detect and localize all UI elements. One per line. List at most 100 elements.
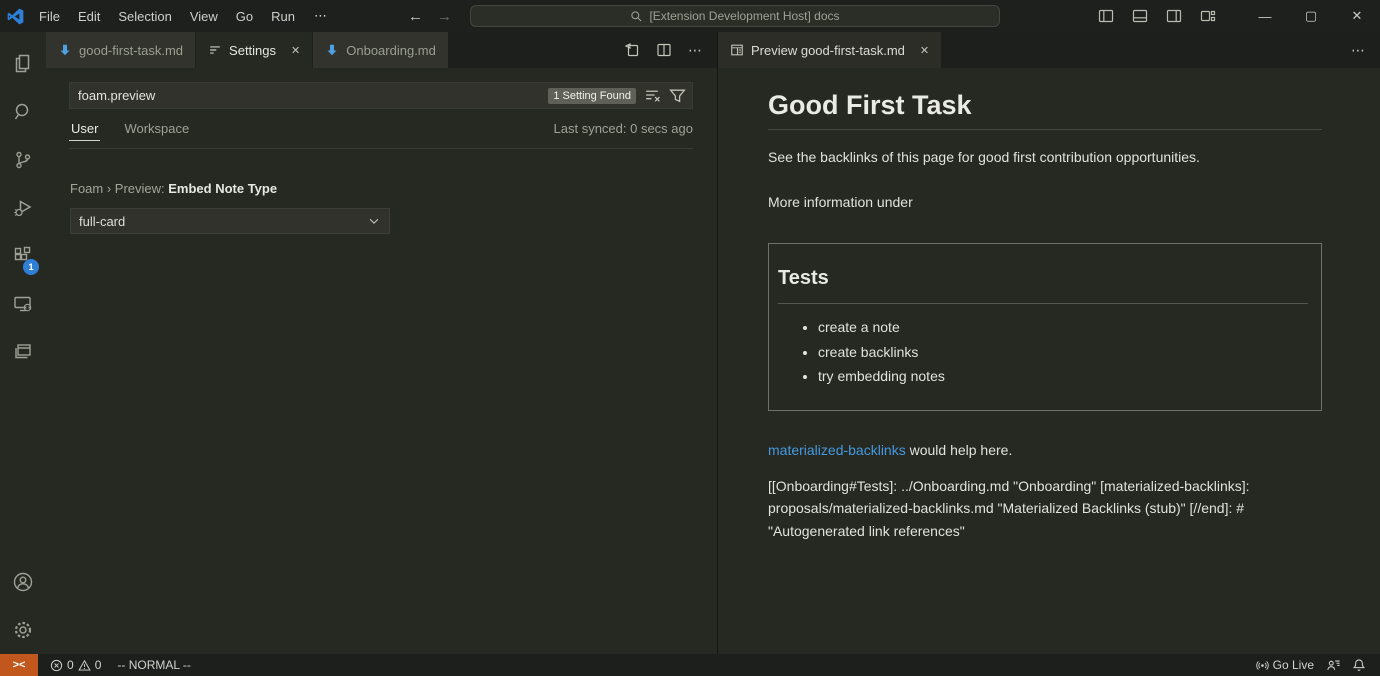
tab-label: Onboarding.md bbox=[346, 43, 436, 58]
settings-editor: 1 Setting Found User Workspace Last sync… bbox=[46, 68, 717, 654]
settings-search-actions bbox=[644, 87, 686, 104]
extensions-badge: 1 bbox=[23, 259, 39, 275]
extensions-icon[interactable]: 1 bbox=[0, 232, 46, 280]
split-editor-icon[interactable] bbox=[656, 42, 672, 58]
link-suffix-text: would help here. bbox=[906, 442, 1013, 458]
toggle-panel-icon[interactable] bbox=[1132, 8, 1148, 24]
navigate-forward-icon[interactable]: → bbox=[437, 8, 452, 25]
tab-good-first-task[interactable]: good-first-task.md bbox=[46, 32, 196, 68]
open-settings-json-icon[interactable] bbox=[624, 42, 640, 58]
problems-status[interactable]: 0 0 bbox=[44, 654, 107, 676]
embedded-note-card: Tests create a note create backlinks try… bbox=[768, 243, 1322, 411]
vim-mode-indicator[interactable]: -- NORMAL -- bbox=[107, 654, 197, 676]
embedded-note-title: Tests bbox=[778, 267, 1311, 290]
search-icon bbox=[630, 10, 643, 23]
bell-icon bbox=[1352, 658, 1366, 672]
list-item: create backlinks bbox=[818, 344, 1311, 360]
title-bar: File Edit Selection View Go Run ⋯ ← → [E… bbox=[0, 0, 1380, 32]
vscode-window: File Edit Selection View Go Run ⋯ ← → [E… bbox=[0, 0, 1380, 676]
tab-close-icon[interactable]: ✕ bbox=[920, 44, 929, 57]
list-item: try embedding notes bbox=[818, 368, 1311, 384]
tab-onboarding[interactable]: Onboarding.md bbox=[313, 32, 449, 68]
toggle-secondary-sidebar-icon[interactable] bbox=[1166, 8, 1182, 24]
markdown-download-icon bbox=[325, 43, 339, 57]
setting-title: Foam › Preview: Embed Note Type bbox=[70, 181, 693, 196]
link-references-text: [[Onboarding#Tests]: ../Onboarding.md "O… bbox=[768, 475, 1322, 543]
right-tab-bar: Preview good-first-task.md ✕ ⋯ bbox=[718, 32, 1380, 68]
setting-item-embed-note-type: Foam › Preview: Embed Note Type full-car… bbox=[69, 181, 693, 234]
run-debug-icon[interactable] bbox=[0, 184, 46, 232]
menu-file[interactable]: File bbox=[30, 6, 69, 27]
source-control-icon[interactable] bbox=[0, 136, 46, 184]
preview-title: Good First Task bbox=[768, 90, 1322, 130]
tab-preview-good-first-task[interactable]: Preview good-first-task.md ✕ bbox=[718, 32, 942, 68]
navigate-back-icon[interactable]: ← bbox=[408, 8, 423, 25]
more-actions-icon[interactable]: ⋯ bbox=[1351, 42, 1366, 59]
vscode-logo-icon bbox=[0, 8, 30, 25]
scope-tab-workspace[interactable]: Workspace bbox=[122, 117, 191, 141]
settings-editor-icon bbox=[208, 43, 222, 57]
embedded-note-list: create a note create backlinks try embed… bbox=[778, 319, 1311, 384]
right-editor-actions: ⋯ bbox=[1351, 32, 1380, 68]
chevron-down-icon bbox=[367, 214, 381, 228]
menu-overflow-icon[interactable]: ⋯ bbox=[304, 5, 338, 27]
setting-name: Embed Note Type bbox=[168, 181, 277, 196]
menu-selection[interactable]: Selection bbox=[109, 6, 180, 27]
menu-edit[interactable]: Edit bbox=[69, 6, 109, 27]
settings-scope-tabs: User Workspace Last synced: 0 secs ago bbox=[69, 109, 693, 149]
go-live-label: Go Live bbox=[1273, 658, 1314, 672]
left-editor-actions: ⋯ bbox=[624, 32, 717, 68]
error-count: 0 bbox=[67, 658, 74, 672]
list-item: create a note bbox=[818, 319, 1311, 335]
layout-controls bbox=[1098, 8, 1216, 24]
window-minimize-button[interactable]: — bbox=[1242, 0, 1288, 32]
titlebar-right: — ▢ ✕ bbox=[1098, 0, 1380, 32]
notifications-button[interactable] bbox=[1346, 654, 1372, 676]
remote-explorer-icon[interactable] bbox=[0, 280, 46, 328]
go-live-button[interactable]: Go Live bbox=[1250, 654, 1320, 676]
settings-result-count-badge: 1 Setting Found bbox=[548, 88, 636, 104]
select-value: full-card bbox=[79, 214, 125, 229]
embed-note-type-select[interactable]: full-card bbox=[70, 208, 390, 234]
accounts-icon[interactable] bbox=[0, 558, 46, 606]
status-left: >< 0 0 -- NORMAL -- bbox=[0, 654, 197, 676]
broadcast-icon bbox=[1256, 659, 1269, 672]
workbench: 1 good-first-task.md bbox=[0, 32, 1380, 654]
tab-label: Preview good-first-task.md bbox=[751, 43, 905, 58]
window-maximize-button[interactable]: ▢ bbox=[1288, 0, 1334, 32]
menu-run[interactable]: Run bbox=[262, 6, 304, 27]
tab-close-icon[interactable]: ✕ bbox=[291, 44, 300, 57]
markdown-preview-icon bbox=[730, 43, 744, 57]
menu-go[interactable]: Go bbox=[227, 6, 262, 27]
windows-panel-icon[interactable] bbox=[0, 328, 46, 376]
search-sidebar-icon[interactable] bbox=[0, 88, 46, 136]
status-bar: >< 0 0 -- NORMAL -- Go Live bbox=[0, 654, 1380, 676]
activity-bar: 1 bbox=[0, 32, 46, 654]
filter-settings-icon[interactable] bbox=[669, 87, 686, 104]
toggle-primary-sidebar-icon[interactable] bbox=[1098, 8, 1114, 24]
remote-indicator[interactable]: >< bbox=[0, 654, 38, 676]
warning-icon bbox=[78, 659, 91, 672]
editor-group-right: Preview good-first-task.md ✕ ⋯ Good Firs… bbox=[717, 32, 1380, 654]
divider bbox=[778, 303, 1308, 304]
scope-tab-user[interactable]: User bbox=[69, 117, 100, 141]
last-synced-label: Last synced: 0 secs ago bbox=[554, 121, 693, 136]
settings-search-input[interactable] bbox=[78, 88, 548, 103]
customize-layout-icon[interactable] bbox=[1200, 8, 1216, 24]
settings-search-box: 1 Setting Found bbox=[69, 82, 693, 109]
preview-link-line: materialized-backlinks would help here. bbox=[768, 442, 1322, 458]
window-close-button[interactable]: ✕ bbox=[1334, 0, 1380, 32]
markdown-preview: Good First Task See the backlinks of thi… bbox=[718, 68, 1380, 654]
settings-gear-icon[interactable] bbox=[0, 606, 46, 654]
feedback-button[interactable] bbox=[1320, 654, 1346, 676]
menu-bar: File Edit Selection View Go Run ⋯ bbox=[30, 5, 338, 27]
materialized-backlinks-link[interactable]: materialized-backlinks bbox=[768, 442, 906, 458]
tab-settings[interactable]: Settings ✕ bbox=[196, 32, 313, 68]
command-center-search[interactable]: [Extension Development Host] docs bbox=[470, 5, 1000, 27]
preview-paragraph: See the backlinks of this page for good … bbox=[768, 147, 1322, 167]
more-actions-icon[interactable]: ⋯ bbox=[688, 42, 703, 59]
explorer-icon[interactable] bbox=[0, 40, 46, 88]
clear-settings-filter-icon[interactable] bbox=[644, 87, 661, 104]
warning-count: 0 bbox=[95, 658, 102, 672]
menu-view[interactable]: View bbox=[181, 6, 227, 27]
